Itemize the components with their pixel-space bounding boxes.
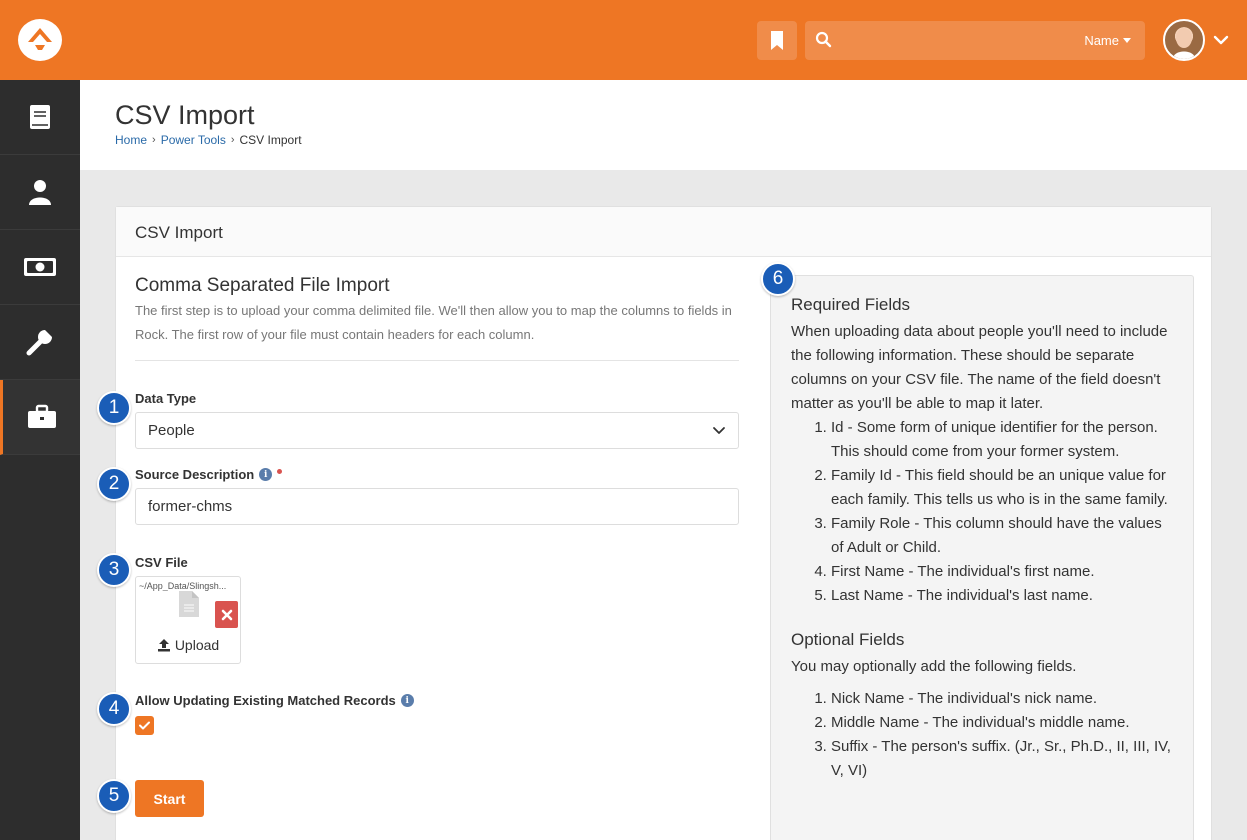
search-filter-label: Name [1084,33,1119,48]
optional-fields-intro: You may optionally add the following fie… [791,658,1077,675]
callout-badge: 1 [97,391,131,425]
required-fields-title: Required Fields [791,295,911,314]
bookmark-button[interactable] [757,21,797,60]
search-filter-dropdown[interactable]: Name [1084,33,1131,48]
money-icon [24,258,56,276]
sidebar-item-people[interactable] [0,155,80,230]
breadcrumb-home[interactable]: Home [115,133,147,147]
top-bar: Name [0,0,1247,80]
upload-label: Upload [174,637,220,653]
allow-updating-label-text: Allow Updating Existing Matched Records [135,693,396,708]
avatar[interactable] [1163,19,1205,61]
form-title: Comma Separated File Import [135,275,390,296]
search-icon [815,31,832,48]
start-button[interactable]: Start [135,780,204,817]
list-item: Suffix - The person's suffix. (Jr., Sr.,… [831,735,1173,783]
data-type-label: Data Type [135,391,196,406]
callout-badge: 3 [97,553,131,587]
page-title: CSV Import [115,100,255,130]
data-type-select[interactable]: People [135,412,739,449]
list-item: Middle Name - The individual's middle na… [831,711,1173,735]
check-icon [139,721,150,730]
book-icon [30,105,50,129]
allow-updating-label: Allow Updating Existing Matched Records … [135,693,414,708]
source-description-input[interactable]: former-chms [135,488,739,525]
sidebar-item-content[interactable] [0,80,80,155]
allow-updating-checkbox[interactable] [135,716,154,735]
form-description: The first step is to upload your comma d… [135,303,732,342]
sidebar [0,80,80,840]
divider [135,360,739,361]
info-icon[interactable]: i [259,468,273,481]
required-fields-intro: When uploading data about people you'll … [791,323,1168,412]
source-description-label: Source Description i [135,467,283,482]
file-uploader: ~/App_Data/Slingsh... Upload [135,576,241,664]
list-item: Family Role - This column should have th… [831,512,1173,560]
callout-badge: 6 [761,262,795,296]
list-item: Last Name - The individual's last name. [831,584,1173,608]
chevron-down-icon [713,427,725,434]
upload-button[interactable]: Upload [136,637,240,653]
panel-heading: CSV Import [116,207,1211,257]
breadcrumb-current: CSV Import [239,133,302,147]
chevron-right-icon: › [152,134,156,146]
list-item: Id - Some form of unique identifier for … [831,416,1173,464]
upload-icon [157,639,170,652]
source-description-value: former-chms [148,498,233,515]
person-icon [29,180,51,205]
sidebar-item-admin-tools[interactable] [0,305,80,380]
required-fields-list: Id - Some form of unique identifier for … [791,416,1173,608]
data-type-value: People [148,422,195,439]
csv-file-label: CSV File [135,555,188,570]
list-item: First Name - The individual's first name… [831,560,1173,584]
list-item: Nick Name - The individual's nick name. [831,687,1173,711]
page-header: CSV Import Home › Power Tools › CSV Impo… [80,80,1247,170]
sidebar-item-finance[interactable] [0,230,80,305]
callout-badge: 5 [97,779,131,813]
csv-file-label-text: CSV File [135,555,188,570]
breadcrumb-power-tools[interactable]: Power Tools [161,133,226,147]
sidebar-item-power-tools[interactable] [0,380,80,455]
optional-fields-list: Nick Name - The individual's nick name. … [791,687,1173,783]
chevron-down-icon[interactable] [1213,32,1229,48]
chevron-down-icon [1123,38,1131,43]
help-well: Required Fields When uploading data abou… [770,275,1194,840]
csv-import-panel: CSV Import Comma Separated File Import T… [115,206,1212,840]
source-description-label-text: Source Description [135,467,255,482]
optional-fields-title: Optional Fields [791,630,905,649]
remove-file-button[interactable] [215,601,238,628]
info-icon[interactable]: i [400,694,414,707]
bookmark-icon [771,31,783,50]
document-icon [179,591,199,617]
list-item: Family Id - This field should be an uniq… [831,464,1173,512]
wrench-icon [26,330,52,356]
briefcase-icon [27,404,56,428]
search-input[interactable]: Name [805,21,1145,60]
callout-badge: 4 [97,692,131,726]
remove-icon [221,609,232,620]
data-type-label-text: Data Type [135,391,197,406]
chevron-right-icon: › [230,134,235,146]
callout-badge: 2 [97,467,131,501]
required-indicator [277,469,283,474]
breadcrumb: Home › Power Tools › CSV Import [115,133,302,147]
rock-logo-icon[interactable] [18,19,62,61]
